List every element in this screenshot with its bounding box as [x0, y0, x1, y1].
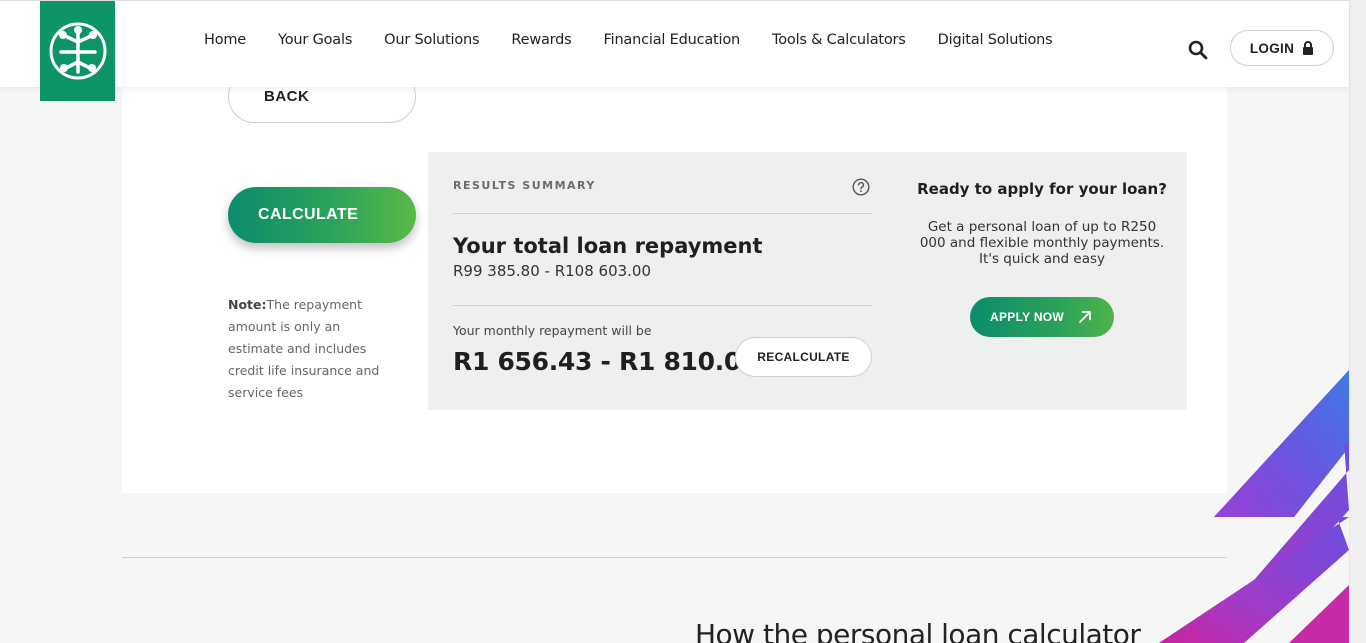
- section-heading: How the personal loan calculator: [695, 618, 1141, 643]
- nav-tools-calculators[interactable]: Tools & Calculators: [756, 32, 922, 48]
- main-nav: Home Your Goals Our Solutions Rewards Fi…: [188, 32, 1069, 48]
- results-summary-label: RESULTS SUMMARY: [453, 179, 596, 192]
- monthly-repayment-value: R1 656.43 - R1 810.05: [453, 347, 759, 376]
- recalculate-button[interactable]: RECALCULATE: [735, 337, 872, 377]
- old-mutual-logo[interactable]: [40, 1, 115, 101]
- nav-digital-solutions[interactable]: Digital Solutions: [922, 32, 1069, 48]
- repayment-note: Note:The repayment amount is only an est…: [228, 294, 388, 404]
- site-header: Home Your Goals Our Solutions Rewards Fi…: [0, 0, 1349, 101]
- apply-description: Get a personal loan of up to R250 000 an…: [919, 219, 1165, 267]
- apply-title: Ready to apply for your loan?: [917, 180, 1167, 198]
- calculate-button[interactable]: CALCULATE: [228, 187, 416, 243]
- login-button[interactable]: LOGIN: [1230, 30, 1334, 66]
- old-mutual-tree-logo-icon: [49, 22, 106, 80]
- nav-home[interactable]: Home: [188, 32, 262, 48]
- note-label: Note:: [228, 297, 267, 312]
- total-repayment-title: Your total loan repayment: [453, 234, 763, 258]
- divider: [453, 305, 872, 306]
- section-divider: [122, 557, 1227, 558]
- page-scrollbar[interactable]: [1349, 0, 1366, 643]
- monthly-repayment-label: Your monthly repayment will be: [453, 323, 652, 338]
- search-button[interactable]: [1186, 38, 1210, 62]
- total-repayment-range: R99 385.80 - R108 603.00: [453, 262, 652, 280]
- nav-our-solutions[interactable]: Our Solutions: [368, 32, 495, 48]
- lock-icon: [1303, 41, 1314, 55]
- results-summary-panel: RESULTS SUMMARY Your total loan repaymen…: [428, 152, 1187, 410]
- apply-now-label: APPLY NOW: [990, 310, 1065, 324]
- nav-rewards[interactable]: Rewards: [495, 32, 587, 48]
- note-text: The repayment amount is only an estimate…: [228, 297, 380, 400]
- login-label: LOGIN: [1249, 40, 1295, 56]
- help-button[interactable]: [852, 178, 870, 196]
- arrow-up-right-icon: [1079, 311, 1091, 323]
- search-icon: [1188, 40, 1208, 60]
- nav-financial-education[interactable]: Financial Education: [588, 32, 757, 48]
- nav-your-goals[interactable]: Your Goals: [262, 32, 368, 48]
- divider: [453, 213, 872, 214]
- apply-now-button[interactable]: APPLY NOW: [970, 297, 1114, 337]
- question-circle-icon: [852, 178, 870, 196]
